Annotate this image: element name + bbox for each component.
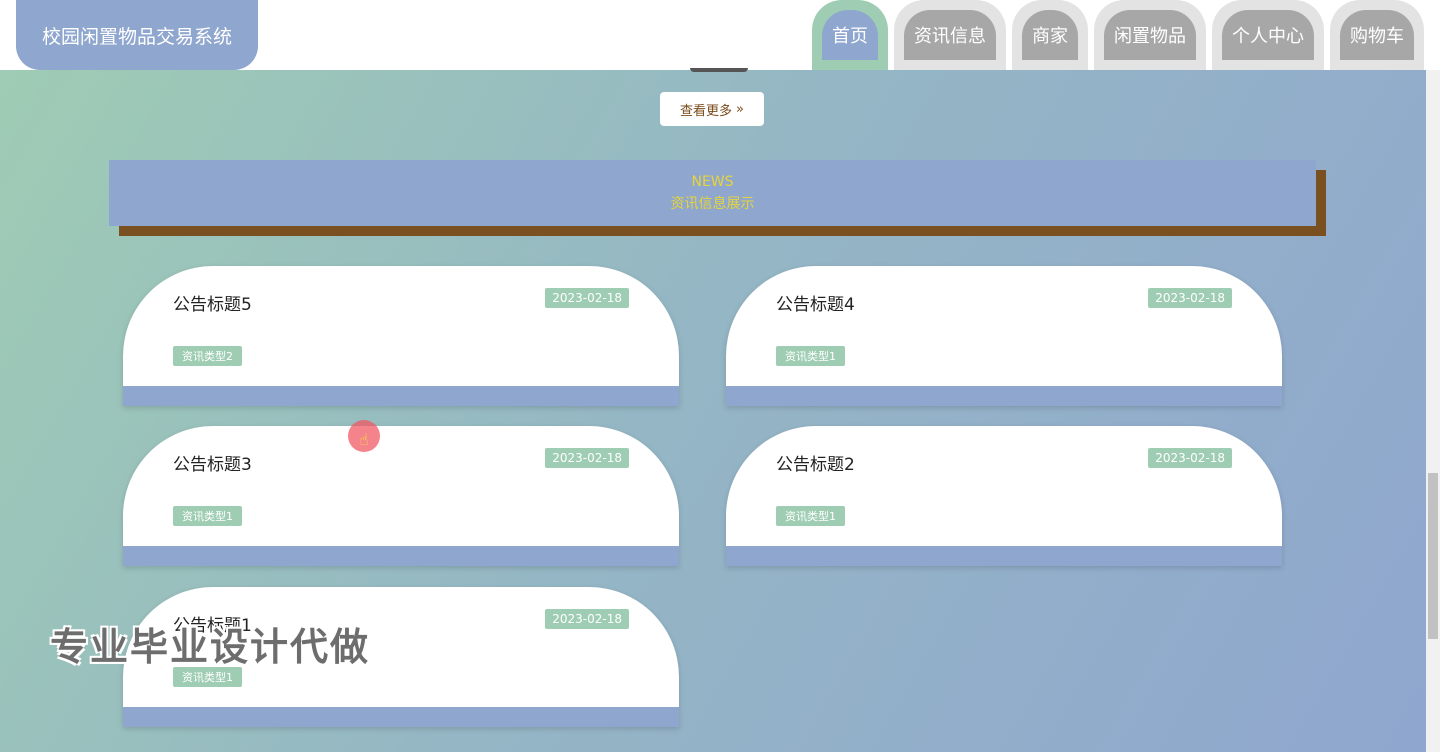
news-section-header: NEWS 资讯信息展示 (109, 160, 1316, 226)
news-card-title: 公告标题2 (776, 455, 855, 475)
news-card-title: 公告标题4 (776, 295, 855, 315)
nav-cart[interactable]: 购物车 (1330, 0, 1424, 70)
nav-idle-items[interactable]: 闲置物品 (1094, 0, 1206, 70)
news-card[interactable]: 公告标题2 2023-02-18 资讯类型1 (726, 426, 1282, 566)
main-nav: 首页 资讯信息 商家 闲置物品 个人中心 购物车 (812, 0, 1424, 70)
top-bar: 校园闲置物品交易系统 首页 资讯信息 商家 闲置物品 个人中心 购物车 (0, 0, 1440, 70)
nav-cart-label: 购物车 (1340, 10, 1414, 60)
news-card[interactable]: 公告标题3 2023-02-18 资讯类型1 (123, 426, 679, 566)
news-title-cn: 资讯信息展示 (670, 196, 755, 212)
hand-pointer-icon: ☝ (359, 430, 369, 449)
carousel-edge (690, 68, 748, 72)
news-card-title: 公告标题5 (173, 295, 252, 315)
nav-news[interactable]: 资讯信息 (894, 0, 1006, 70)
news-card-footer (123, 386, 679, 406)
view-more-button[interactable]: 查看更多 » (660, 92, 764, 126)
news-card-type: 资讯类型2 (173, 346, 242, 366)
nav-personal-center-label: 个人中心 (1222, 10, 1314, 60)
news-card-date: 2023-02-18 (545, 448, 629, 468)
news-card-type: 资讯类型1 (173, 506, 242, 526)
nav-merchant[interactable]: 商家 (1012, 0, 1088, 70)
news-card-title: 公告标题3 (173, 455, 252, 475)
scrollbar[interactable] (1426, 70, 1440, 752)
news-card-footer (726, 546, 1282, 566)
watermark-text: 专业毕业设计代做 (50, 625, 371, 669)
news-card-type: 资讯类型1 (776, 506, 845, 526)
nav-home[interactable]: 首页 (812, 0, 888, 70)
news-card-date: 2023-02-18 (1148, 288, 1232, 308)
news-card-date: 2023-02-18 (545, 288, 629, 308)
view-more-label: 查看更多 (680, 103, 733, 119)
news-card-date: 2023-02-18 (545, 609, 629, 629)
nav-merchant-label: 商家 (1022, 10, 1078, 60)
nav-personal-center[interactable]: 个人中心 (1212, 0, 1324, 70)
site-title[interactable]: 校园闲置物品交易系统 (16, 0, 258, 70)
news-card[interactable]: 公告标题5 2023-02-18 资讯类型2 (123, 266, 679, 406)
news-card-type: 资讯类型1 (776, 346, 845, 366)
news-card-footer (726, 386, 1282, 406)
nav-news-label: 资讯信息 (904, 10, 996, 60)
news-card-footer (123, 546, 679, 566)
pointer-cursor: ☝ (348, 420, 380, 452)
news-title-en: NEWS (691, 174, 734, 190)
nav-idle-items-label: 闲置物品 (1104, 10, 1196, 60)
news-card-footer (123, 707, 679, 727)
nav-home-label: 首页 (822, 10, 878, 60)
scrollbar-thumb[interactable] (1428, 473, 1438, 639)
news-card-date: 2023-02-18 (1148, 448, 1232, 468)
double-chevron-right-icon: » (736, 101, 744, 117)
news-card[interactable]: 公告标题4 2023-02-18 资讯类型1 (726, 266, 1282, 406)
